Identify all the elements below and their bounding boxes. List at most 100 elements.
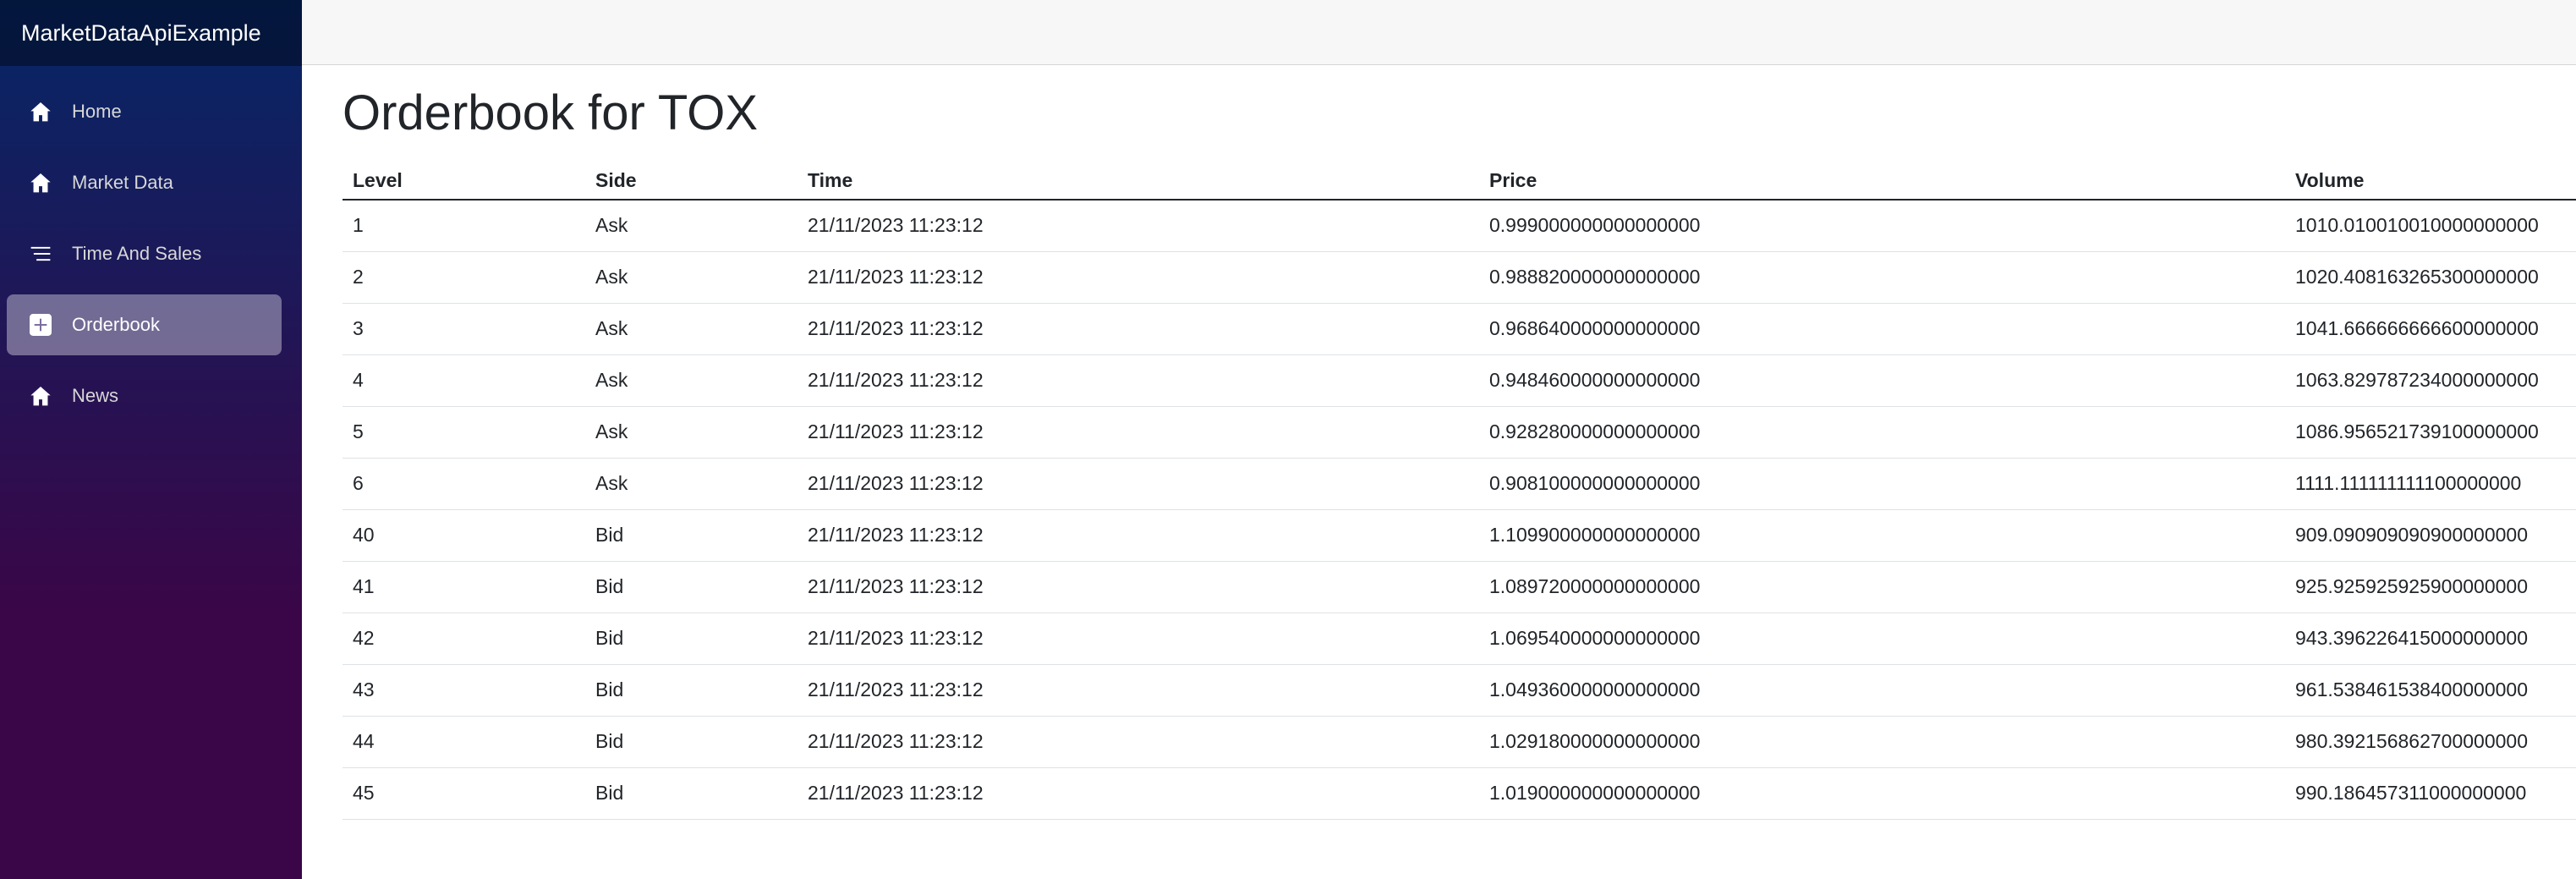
cell-level: 41 xyxy=(343,561,585,613)
cell-side: Bid xyxy=(585,509,797,562)
brand-link[interactable]: MarketDataApiExample xyxy=(21,20,261,47)
cell-price: 1.049360000000000000 xyxy=(1479,664,2285,717)
table-row: 45 Bid 21/11/2023 11:23:12 1.01900000000… xyxy=(343,767,2576,820)
cell-time: 21/11/2023 11:23:12 xyxy=(797,406,1479,459)
cell-level: 1 xyxy=(343,199,585,252)
cell-time: 21/11/2023 11:23:12 xyxy=(797,716,1479,768)
brand-bar: MarketDataApiExample xyxy=(0,0,302,66)
cell-time: 21/11/2023 11:23:12 xyxy=(797,613,1479,665)
cell-time: 21/11/2023 11:23:12 xyxy=(797,199,1479,252)
cell-side: Bid xyxy=(585,716,797,768)
cell-price: 1.019000000000000000 xyxy=(1479,767,2285,820)
cell-time: 21/11/2023 11:23:12 xyxy=(797,354,1479,407)
sidebar-item-orderbook[interactable]: Orderbook xyxy=(7,294,282,355)
cell-level: 5 xyxy=(343,406,585,459)
cell-volume: 1041.666666666600000000 xyxy=(2285,303,2576,355)
cell-price: 1.029180000000000000 xyxy=(1479,716,2285,768)
cell-price: 1.069540000000000000 xyxy=(1479,613,2285,665)
cell-side: Ask xyxy=(585,406,797,459)
page-content: Orderbook for TOX Level Side Time Price … xyxy=(302,65,2576,820)
cell-volume: 961.538461538400000000 xyxy=(2285,664,2576,717)
sidebar-item-news[interactable]: News xyxy=(7,365,282,426)
cell-side: Bid xyxy=(585,767,797,820)
table-row: 44 Bid 21/11/2023 11:23:12 1.02918000000… xyxy=(343,716,2576,768)
sidebar-item-label: News xyxy=(72,385,119,406)
home-icon xyxy=(28,99,53,124)
orderbook-table: Level Side Time Price Volume 1 Ask 21/11… xyxy=(343,162,2576,820)
table-row: 41 Bid 21/11/2023 11:23:12 1.08972000000… xyxy=(343,561,2576,613)
table-row: 3 Ask 21/11/2023 11:23:12 0.968640000000… xyxy=(343,303,2576,355)
cell-price: 1.089720000000000000 xyxy=(1479,561,2285,613)
table-row: 2 Ask 21/11/2023 11:23:12 0.988820000000… xyxy=(343,251,2576,304)
table-row: 5 Ask 21/11/2023 11:23:12 0.928280000000… xyxy=(343,406,2576,459)
table-header-row: Level Side Time Price Volume xyxy=(343,162,2576,201)
cell-level: 3 xyxy=(343,303,585,355)
cell-price: 0.999000000000000000 xyxy=(1479,199,2285,252)
sidebar-item-home[interactable]: Home xyxy=(7,81,282,142)
table-row: 1 Ask 21/11/2023 11:23:12 0.999000000000… xyxy=(343,199,2576,252)
table-row: 6 Ask 21/11/2023 11:23:12 0.908100000000… xyxy=(343,458,2576,510)
cell-volume: 1086.956521739100000000 xyxy=(2285,406,2576,459)
plus-square-icon xyxy=(28,312,53,338)
cell-level: 42 xyxy=(343,613,585,665)
page-title: Orderbook for TOX xyxy=(343,85,759,140)
cell-volume: 1010.010010010000000000 xyxy=(2285,199,2576,252)
cell-volume: 1111.111111111100000000 xyxy=(2285,458,2576,510)
table-row: 43 Bid 21/11/2023 11:23:12 1.04936000000… xyxy=(343,664,2576,717)
cell-level: 45 xyxy=(343,767,585,820)
cell-side: Bid xyxy=(585,664,797,717)
list-icon xyxy=(28,241,53,266)
sidebar-item-label: Orderbook xyxy=(72,314,160,335)
column-header-price: Price xyxy=(1479,162,2285,201)
cell-side: Ask xyxy=(585,303,797,355)
cell-side: Ask xyxy=(585,199,797,252)
cell-side: Bid xyxy=(585,613,797,665)
cell-level: 2 xyxy=(343,251,585,304)
sidebar: MarketDataApiExample Home Market Data Ti… xyxy=(0,0,302,879)
cell-time: 21/11/2023 11:23:12 xyxy=(797,251,1479,304)
top-row xyxy=(302,0,2576,65)
cell-time: 21/11/2023 11:23:12 xyxy=(797,458,1479,510)
cell-time: 21/11/2023 11:23:12 xyxy=(797,509,1479,562)
sidebar-item-time-and-sales[interactable]: Time And Sales xyxy=(7,223,282,284)
cell-level: 4 xyxy=(343,354,585,407)
cell-volume: 990.186457311000000000 xyxy=(2285,767,2576,820)
cell-price: 0.968640000000000000 xyxy=(1479,303,2285,355)
table-row: 4 Ask 21/11/2023 11:23:12 0.948460000000… xyxy=(343,354,2576,407)
cell-time: 21/11/2023 11:23:12 xyxy=(797,303,1479,355)
column-header-level: Level xyxy=(343,162,585,201)
cell-price: 0.948460000000000000 xyxy=(1479,354,2285,407)
cell-price: 0.988820000000000000 xyxy=(1479,251,2285,304)
cell-level: 43 xyxy=(343,664,585,717)
cell-volume: 1020.408163265300000000 xyxy=(2285,251,2576,304)
cell-price: 0.928280000000000000 xyxy=(1479,406,2285,459)
cell-price: 1.109900000000000000 xyxy=(1479,509,2285,562)
cell-side: Ask xyxy=(585,251,797,304)
cell-level: 44 xyxy=(343,716,585,768)
cell-volume: 909.090909090900000000 xyxy=(2285,509,2576,562)
sidebar-item-label: Time And Sales xyxy=(72,243,202,264)
column-header-side: Side xyxy=(585,162,797,201)
cell-side: Bid xyxy=(585,561,797,613)
cell-side: Ask xyxy=(585,458,797,510)
cell-price: 0.908100000000000000 xyxy=(1479,458,2285,510)
app-root: MarketDataApiExample Home Market Data Ti… xyxy=(0,0,2576,879)
cell-time: 21/11/2023 11:23:12 xyxy=(797,767,1479,820)
home-icon xyxy=(28,170,53,195)
cell-volume: 1063.829787234000000000 xyxy=(2285,354,2576,407)
cell-time: 21/11/2023 11:23:12 xyxy=(797,561,1479,613)
column-header-time: Time xyxy=(797,162,1479,201)
sidebar-item-market-data[interactable]: Market Data xyxy=(7,152,282,213)
cell-level: 40 xyxy=(343,509,585,562)
main-area: Orderbook for TOX Level Side Time Price … xyxy=(302,0,2576,879)
table-row: 42 Bid 21/11/2023 11:23:12 1.06954000000… xyxy=(343,613,2576,665)
sidebar-item-label: Market Data xyxy=(72,172,173,193)
table-row: 40 Bid 21/11/2023 11:23:12 1.10990000000… xyxy=(343,509,2576,562)
cell-side: Ask xyxy=(585,354,797,407)
column-header-volume: Volume xyxy=(2285,162,2576,201)
cell-volume: 925.925925925900000000 xyxy=(2285,561,2576,613)
home-icon xyxy=(28,383,53,409)
cell-level: 6 xyxy=(343,458,585,510)
cell-time: 21/11/2023 11:23:12 xyxy=(797,664,1479,717)
cell-volume: 980.392156862700000000 xyxy=(2285,716,2576,768)
